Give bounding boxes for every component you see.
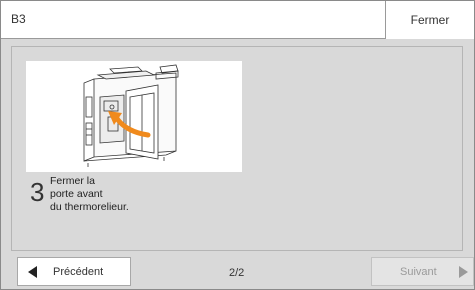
step-line: Fermer la [50, 175, 95, 187]
previous-label: Précédent [53, 265, 104, 278]
header-bar: B3 Fermer [1, 1, 474, 39]
next-label: Suivant [400, 265, 437, 278]
step-number: 3 [30, 177, 45, 207]
finisher-door-illustration [83, 64, 179, 167]
step-line: du thermorelieur. [50, 201, 129, 213]
instruction-illustration [26, 61, 242, 172]
navigation-footer: Précédent 2/2 Suivant [1, 253, 474, 289]
arrow-left-icon [28, 265, 37, 278]
arrow-right-icon [458, 265, 468, 278]
close-button[interactable]: Fermer [385, 1, 474, 39]
page-title: B3 [11, 12, 26, 26]
step-instruction: Fermer la porte avant du thermorelieur. [50, 175, 190, 214]
instruction-panel: 3 Fermer la porte avant du thermorelieur… [11, 46, 463, 251]
dialog-frame: B3 Fermer 3 Fermer la porte avant du the… [0, 0, 475, 290]
next-button: Suivant [371, 257, 474, 286]
step-line: porte avant [50, 188, 103, 200]
page-indicator: 2/2 [229, 267, 245, 279]
previous-button[interactable]: Précédent [17, 257, 131, 286]
